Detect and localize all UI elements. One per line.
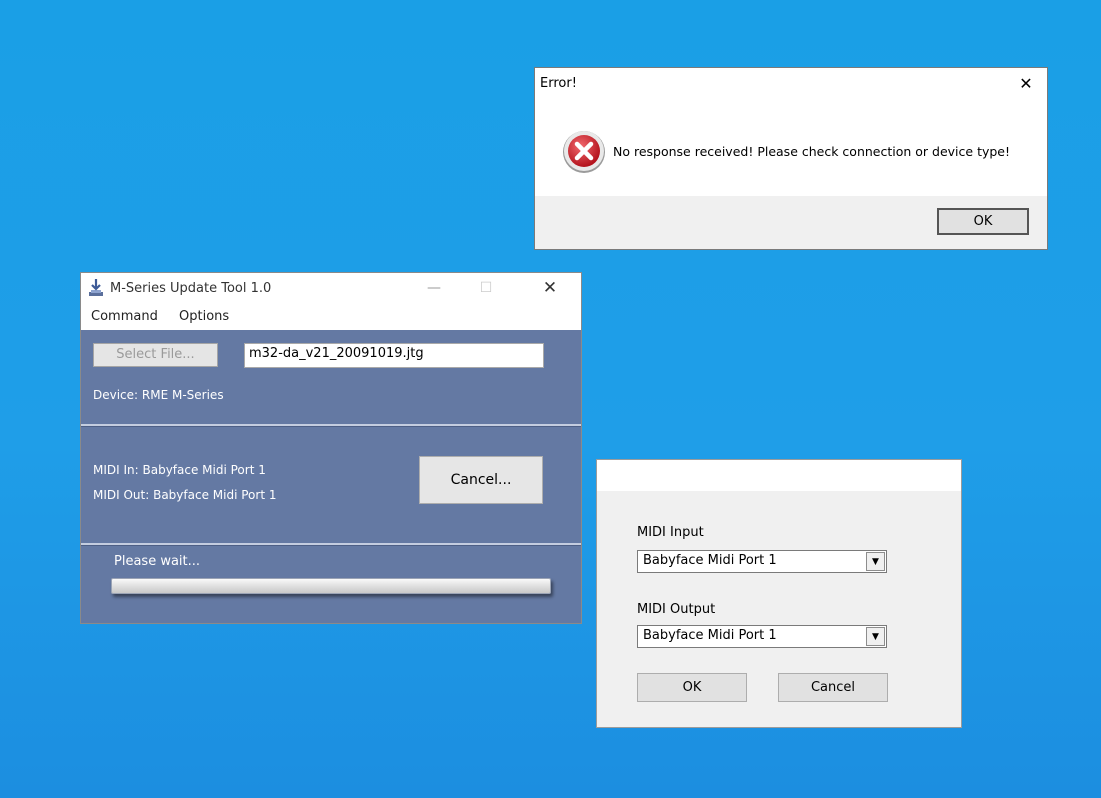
ok-button[interactable]: OK: [637, 673, 747, 702]
menu-bar: Command Options: [81, 303, 581, 330]
midi-output-label: MIDI Output: [637, 602, 716, 617]
cancel-button[interactable]: Cancel: [778, 673, 888, 702]
status-text: Please wait...: [114, 554, 201, 569]
error-message: No response received! Please check conne…: [613, 144, 1010, 159]
close-icon[interactable]: ✕: [527, 273, 573, 303]
cancel-button[interactable]: Cancel...: [419, 456, 543, 504]
midi-in-label: MIDI In: Babyface Midi Port 1: [93, 463, 266, 477]
error-titlebar[interactable]: Error! ✕: [535, 68, 1047, 100]
divider: [81, 424, 581, 427]
menu-options[interactable]: Options: [179, 309, 229, 324]
midi-output-select[interactable]: Babyface Midi Port 1 ▼: [637, 625, 887, 648]
progress-bar: [111, 578, 551, 594]
chevron-down-icon[interactable]: ▼: [866, 627, 885, 646]
file-name-field[interactable]: m32-da_v21_20091019.jtg: [244, 343, 544, 368]
error-icon: [563, 131, 605, 173]
midi-out-label: MIDI Out: Babyface Midi Port 1: [93, 488, 277, 502]
midi-input-label: MIDI Input: [637, 525, 704, 540]
midi-input-select[interactable]: Babyface Midi Port 1 ▼: [637, 550, 887, 573]
divider: [81, 543, 581, 546]
ok-button[interactable]: OK: [937, 208, 1029, 235]
select-file-button[interactable]: Select File...: [93, 343, 218, 367]
close-icon[interactable]: ✕: [1011, 70, 1041, 98]
error-footer: OK: [535, 196, 1047, 249]
error-dialog: Error! ✕ No response received! Please ch…: [534, 67, 1048, 250]
menu-command[interactable]: Command: [91, 309, 158, 324]
device-label: Device: RME M-Series: [93, 388, 224, 402]
app-icon: [89, 279, 103, 296]
midi-dialog-titlebar[interactable]: [597, 460, 961, 491]
window-title: M-Series Update Tool 1.0: [110, 281, 272, 296]
error-dialog-title: Error!: [540, 76, 577, 91]
update-tool-window: M-Series Update Tool 1.0 — ☐ ✕ Command O…: [80, 272, 582, 624]
update-tool-titlebar[interactable]: M-Series Update Tool 1.0 — ☐ ✕: [81, 273, 581, 303]
midi-output-value: Babyface Midi Port 1: [643, 628, 777, 643]
maximize-icon[interactable]: ☐: [463, 273, 509, 303]
midi-dialog: MIDI Input Babyface Midi Port 1 ▼ MIDI O…: [596, 459, 962, 728]
minimize-icon[interactable]: —: [411, 273, 457, 303]
chevron-down-icon[interactable]: ▼: [866, 552, 885, 571]
midi-input-value: Babyface Midi Port 1: [643, 553, 777, 568]
